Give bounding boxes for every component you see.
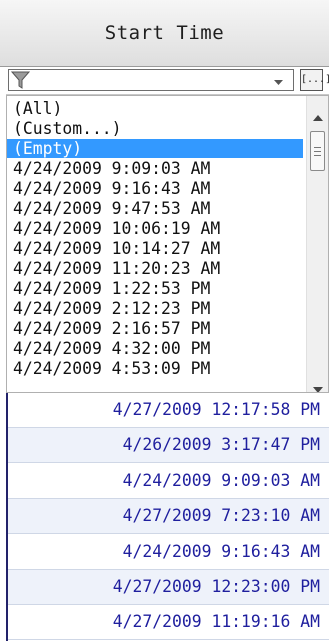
- scroll-thumb[interactable]: [310, 131, 325, 171]
- scroll-up-icon[interactable]: [312, 108, 324, 121]
- dropdown-item[interactable]: 4/24/2009 10:14:27 AM: [7, 239, 303, 258]
- data-grid: 4/27/2009 12:17:58 PM 4/26/2009 3:17:47 P…: [6, 393, 329, 641]
- dropdown-item[interactable]: 4/24/2009 9:47:53 AM: [7, 199, 303, 218]
- dropdown-item[interactable]: 4/24/2009 11:20:23 AM: [7, 259, 303, 278]
- scrollbar[interactable]: [306, 96, 328, 392]
- filter-dropdown-field[interactable]: [8, 69, 294, 91]
- dropdown-item[interactable]: 4/24/2009 9:09:03 AM: [7, 159, 303, 178]
- dropdown-item[interactable]: (Custom...): [7, 119, 303, 138]
- table-row[interactable]: 4/24/2009 9:09:03 AM: [8, 464, 329, 499]
- dropdown-item[interactable]: 4/24/2009 2:16:57 PM: [7, 319, 303, 338]
- dropdown-item[interactable]: (Empty): [7, 139, 303, 158]
- column-header-label: Start Time: [104, 22, 225, 44]
- dropdown-item[interactable]: 4/24/2009 2:12:23 PM: [7, 299, 303, 318]
- custom-filter-button[interactable]: [...]: [300, 69, 329, 91]
- chevron-down-icon[interactable]: [272, 74, 285, 87]
- scroll-down-icon[interactable]: [312, 380, 324, 392]
- dropdown-item[interactable]: 4/24/2009 1:22:53 PM: [7, 279, 303, 298]
- table-row[interactable]: 4/27/2009 12:23:00 PM: [8, 570, 329, 605]
- dropdown-item[interactable]: 4/24/2009 10:06:19 AM: [7, 219, 303, 238]
- table-row[interactable]: 4/26/2009 3:17:47 PM: [8, 428, 329, 464]
- funnel-icon: [10, 71, 31, 90]
- dropdown-item[interactable]: 4/24/2009 4:53:09 PM: [7, 359, 303, 378]
- table-row[interactable]: 4/27/2009 12:17:58 PM: [8, 393, 329, 428]
- column-header-start-time[interactable]: Start Time: [0, 0, 329, 67]
- table-row[interactable]: 4/24/2009 9:16:43 AM: [8, 535, 329, 570]
- table-row[interactable]: 4/27/2009 7:23:10 AM: [8, 499, 329, 535]
- dropdown-item[interactable]: (All): [7, 99, 303, 118]
- table-row[interactable]: 4/27/2009 11:19:16 AM: [8, 605, 329, 641]
- dropdown-item[interactable]: 4/24/2009 4:32:00 PM: [7, 339, 303, 358]
- dropdown-item[interactable]: 4/24/2009 9:16:43 AM: [7, 179, 303, 198]
- filter-row: [...]: [6, 67, 329, 95]
- filter-dropdown-list[interactable]: (All) (Custom...) (Empty) 4/24/2009 9:09:03…: [6, 95, 329, 393]
